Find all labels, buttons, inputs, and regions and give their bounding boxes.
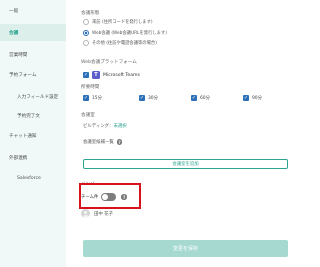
avatar: [81, 209, 90, 218]
teams-icon: T: [92, 71, 100, 79]
duration-15-checkbox[interactable]: ✓: [83, 95, 89, 101]
duration-option-90[interactable]: ✓ 90分: [243, 95, 262, 101]
sidebar: 一般 会議 営業時間 予約フォーム 入力フィールド設定 予約完了文 チャット通知…: [0, 0, 66, 267]
format-option-web[interactable]: Web会議 (Web会議URLを発行します): [83, 30, 167, 36]
sidebar-item-chat-notify[interactable]: チャット通知: [9, 133, 37, 139]
add-room-button[interactable]: 会議室を追加: [83, 159, 288, 169]
sidebar-item-completion-text[interactable]: 予約完了文: [17, 113, 40, 119]
duration-label: 所要時間: [81, 85, 100, 90]
building-value[interactable]: 未選択: [113, 124, 126, 129]
duration-option-30[interactable]: ✓ 30分: [139, 95, 158, 101]
radio-other[interactable]: [83, 40, 89, 46]
format-option-visit[interactable]: 来訪 (住所コードを発行します): [83, 19, 153, 25]
duration-30-checkbox[interactable]: ✓: [139, 95, 145, 101]
sidebar-item-business-hours[interactable]: 営業時間: [9, 52, 27, 58]
highlight-box: [79, 183, 141, 209]
duration-90-checkbox[interactable]: ✓: [243, 95, 249, 101]
radio-web[interactable]: [83, 30, 89, 36]
duration-option-15[interactable]: ✓ 15分: [83, 95, 102, 101]
duration-option-60[interactable]: ✓ 60分: [191, 95, 210, 101]
room-label: 会議室: [81, 113, 95, 118]
radio-visit[interactable]: [83, 19, 89, 25]
building-selector[interactable]: ビルディング：未選択: [83, 123, 127, 129]
platform-teams-option[interactable]: ✓ T Microsoft Teams: [83, 71, 140, 79]
sidebar-item-general[interactable]: 一般: [9, 8, 18, 14]
save-button[interactable]: 変更を保存: [83, 240, 288, 257]
room-candidates: 会議室候補一覧 ?: [83, 139, 123, 145]
main-content: 会議形態 来訪 (住所コードを発行します) Web会議 (Web会議URLを発行…: [66, 0, 300, 267]
sidebar-item-meeting[interactable]: 会議: [9, 30, 18, 36]
web-platform-label: Web会議プラットフォーム: [81, 60, 137, 65]
member-item: 田中 花子: [81, 209, 113, 218]
sidebar-item-integrations[interactable]: 外部連携: [9, 155, 27, 161]
duration-60-checkbox[interactable]: ✓: [191, 95, 197, 101]
sidebar-item-salesforce[interactable]: Salesforce: [17, 176, 41, 181]
help-icon[interactable]: ?: [116, 139, 123, 145]
sidebar-item-booking-form[interactable]: 予約フォーム: [9, 72, 36, 78]
meeting-format-label: 会議形態: [81, 11, 100, 16]
sidebar-item-input-fields[interactable]: 入力フィールド設定: [17, 94, 58, 100]
teams-checkbox[interactable]: ✓: [83, 72, 89, 78]
format-option-other[interactable]: その他 (往訪や電話会議等の場合): [83, 40, 157, 46]
